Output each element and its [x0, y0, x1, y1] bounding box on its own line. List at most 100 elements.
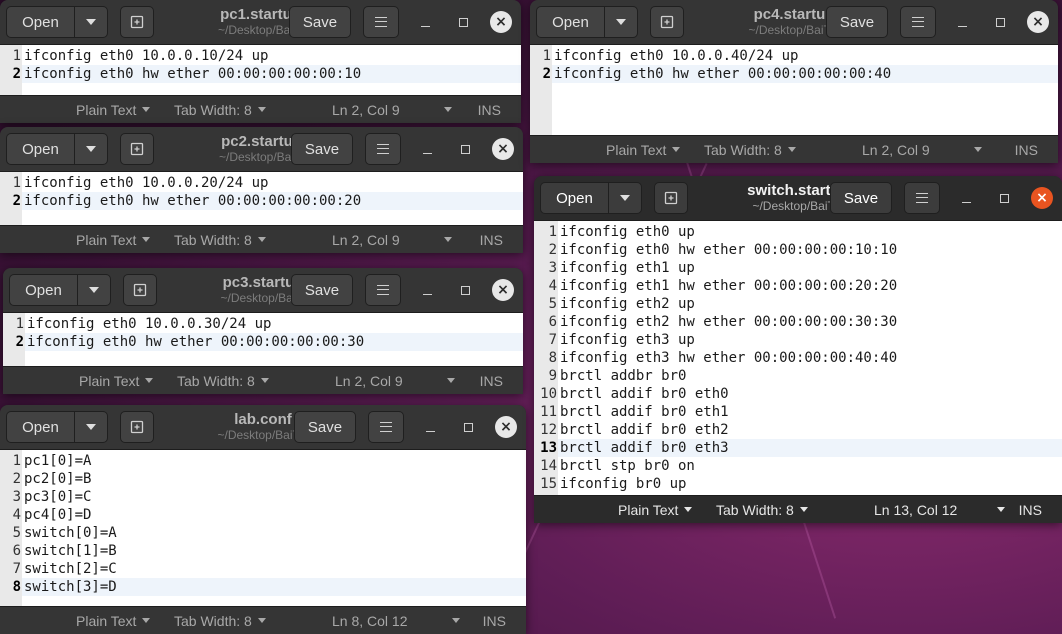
- insert-mode-indicator[interactable]: INS: [478, 102, 501, 118]
- main-menu-button[interactable]: [363, 6, 399, 38]
- open-dropdown-button[interactable]: [608, 182, 642, 214]
- new-document-button[interactable]: [654, 182, 688, 214]
- maximize-button[interactable]: [453, 137, 477, 161]
- save-button[interactable]: Save: [291, 133, 353, 165]
- tab-width-selector[interactable]: Tab Width: 8: [177, 373, 269, 389]
- cursor-position-selector[interactable]: Ln 13, Col 12: [874, 502, 1006, 518]
- code-line[interactable]: 1 ifconfig eth0 up: [549, 223, 1062, 241]
- code-line[interactable]: 7 ifconfig eth3 up: [549, 331, 1062, 349]
- language-selector[interactable]: Plain Text: [76, 232, 151, 248]
- new-document-button[interactable]: [650, 6, 684, 38]
- text-editor[interactable]: 1 ifconfig eth0 10.0.0.10/24 up 2 ifconfig …: [0, 45, 521, 95]
- maximize-button[interactable]: [453, 278, 477, 302]
- close-button[interactable]: ×: [1026, 10, 1050, 34]
- tab-width-selector[interactable]: Tab Width: 8: [174, 613, 266, 629]
- text-editor[interactable]: 1 ifconfig eth0 10.0.0.20/24 up 2 ifconfig …: [0, 172, 523, 225]
- code-line[interactable]: 13 brctl addif br0 eth3: [540, 439, 1062, 457]
- tab-width-selector[interactable]: Tab Width: 8: [704, 142, 796, 158]
- minimize-button[interactable]: [950, 10, 974, 34]
- open-button[interactable]: Open: [6, 133, 74, 165]
- main-menu-button[interactable]: [900, 6, 936, 38]
- code-line[interactable]: 11 brctl addif br0 eth1: [540, 403, 1062, 421]
- open-dropdown-button[interactable]: [74, 411, 108, 443]
- code-line[interactable]: 2 ifconfig eth0 hw ether 00:00:00:00:10:1…: [549, 241, 1062, 259]
- minimize-button[interactable]: [954, 186, 978, 210]
- open-dropdown-button[interactable]: [74, 6, 108, 38]
- insert-mode-indicator[interactable]: INS: [480, 232, 503, 248]
- code-line[interactable]: 10 brctl addif br0 eth0: [540, 385, 1062, 403]
- close-button[interactable]: ×: [494, 415, 518, 439]
- cursor-position-selector[interactable]: Ln 2, Col 9: [332, 232, 452, 248]
- code-line[interactable]: 1 ifconfig eth0 10.0.0.20/24 up: [13, 174, 523, 192]
- open-button[interactable]: Open: [9, 274, 77, 306]
- insert-mode-indicator[interactable]: INS: [1019, 502, 1042, 518]
- minimize-button[interactable]: [415, 137, 439, 161]
- save-button[interactable]: Save: [830, 182, 892, 214]
- titlebar[interactable]: Open lab.conf ~/Desktop/BaiT... Save ×: [0, 405, 526, 450]
- code-line[interactable]: 8 switch[3]=D: [13, 578, 526, 596]
- minimize-button[interactable]: [418, 415, 442, 439]
- code-line[interactable]: 8 ifconfig eth3 hw ether 00:00:00:00:40:4…: [549, 349, 1062, 367]
- code-line[interactable]: 5 switch[0]=A: [13, 524, 526, 542]
- language-selector[interactable]: Plain Text: [79, 373, 154, 389]
- code-line[interactable]: 1 pc1[0]=A: [13, 452, 526, 470]
- code-line[interactable]: 14 brctl stp br0 on: [540, 457, 1062, 475]
- language-selector[interactable]: Plain Text: [76, 102, 151, 118]
- code-line[interactable]: 2 ifconfig eth0 hw ether 00:00:00:00:00:3…: [16, 333, 523, 351]
- main-menu-button[interactable]: [904, 182, 940, 214]
- close-button[interactable]: ×: [491, 137, 515, 161]
- insert-mode-indicator[interactable]: INS: [1015, 142, 1038, 158]
- close-button[interactable]: ×: [489, 10, 513, 34]
- close-button[interactable]: ×: [491, 278, 515, 302]
- code-line[interactable]: 6 switch[1]=B: [13, 542, 526, 560]
- titlebar[interactable]: Open pc4.startup ~/Desktop/BaiT... Save ×: [530, 0, 1058, 45]
- open-dropdown-button[interactable]: [77, 274, 111, 306]
- open-dropdown-button[interactable]: [74, 133, 108, 165]
- maximize-button[interactable]: [456, 415, 480, 439]
- new-document-button[interactable]: [120, 6, 154, 38]
- minimize-button[interactable]: [415, 278, 439, 302]
- save-button[interactable]: Save: [294, 411, 356, 443]
- cursor-position-selector[interactable]: Ln 2, Col 9: [332, 102, 452, 118]
- main-menu-button[interactable]: [365, 133, 401, 165]
- titlebar[interactable]: Open pc3.startup ~/Desktop/Bai... Save ×: [3, 268, 523, 313]
- save-button[interactable]: Save: [826, 6, 888, 38]
- maximize-button[interactable]: [451, 10, 475, 34]
- new-document-button[interactable]: [120, 411, 154, 443]
- close-button[interactable]: ×: [1030, 186, 1054, 210]
- insert-mode-indicator[interactable]: INS: [480, 373, 503, 389]
- text-editor[interactable]: 1 ifconfig eth0 up 2 ifconfig eth0 hw ether…: [534, 221, 1062, 495]
- open-button[interactable]: Open: [6, 6, 74, 38]
- open-button[interactable]: Open: [540, 182, 608, 214]
- code-line[interactable]: 4 pc4[0]=D: [13, 506, 526, 524]
- code-line[interactable]: 1 ifconfig eth0 10.0.0.30/24 up: [16, 315, 523, 333]
- code-line[interactable]: 5 ifconfig eth2 up: [549, 295, 1062, 313]
- code-line[interactable]: 6 ifconfig eth2 hw ether 00:00:00:00:30:3…: [549, 313, 1062, 331]
- insert-mode-indicator[interactable]: INS: [483, 613, 506, 629]
- text-editor[interactable]: 1 pc1[0]=A 2 pc2[0]=B 3 pc3[0]=C 4 pc4[0]=D 5 swi…: [0, 450, 526, 606]
- language-selector[interactable]: Plain Text: [618, 502, 693, 518]
- titlebar[interactable]: Open pc2.startup ~/Desktop/Bai... Save ×: [0, 127, 523, 172]
- cursor-position-selector[interactable]: Ln 8, Col 12: [332, 613, 460, 629]
- tab-width-selector[interactable]: Tab Width: 8: [174, 232, 266, 248]
- titlebar[interactable]: Open pc1.startup ~/Desktop/Bai... Save ×: [0, 0, 521, 45]
- new-document-button[interactable]: [123, 274, 157, 306]
- open-button[interactable]: Open: [536, 6, 604, 38]
- text-editor[interactable]: 1 ifconfig eth0 10.0.0.30/24 up 2 ifconfig …: [3, 313, 523, 366]
- cursor-position-selector[interactable]: Ln 2, Col 9: [862, 142, 982, 158]
- code-line[interactable]: 3 pc3[0]=C: [13, 488, 526, 506]
- open-dropdown-button[interactable]: [604, 6, 638, 38]
- main-menu-button[interactable]: [365, 274, 401, 306]
- code-line[interactable]: 12 brctl addif br0 eth2: [540, 421, 1062, 439]
- save-button[interactable]: Save: [291, 274, 353, 306]
- cursor-position-selector[interactable]: Ln 2, Col 9: [335, 373, 455, 389]
- new-document-button[interactable]: [120, 133, 154, 165]
- code-line[interactable]: 1 ifconfig eth0 10.0.0.10/24 up: [13, 47, 521, 65]
- code-line[interactable]: 4 ifconfig eth1 hw ether 00:00:00:00:20:2…: [549, 277, 1062, 295]
- minimize-button[interactable]: [413, 10, 437, 34]
- maximize-button[interactable]: [988, 10, 1012, 34]
- tab-width-selector[interactable]: Tab Width: 8: [716, 502, 808, 518]
- code-line[interactable]: 2 pc2[0]=B: [13, 470, 526, 488]
- code-line[interactable]: 1 ifconfig eth0 10.0.0.40/24 up: [543, 47, 1058, 65]
- code-line[interactable]: 7 switch[2]=C: [13, 560, 526, 578]
